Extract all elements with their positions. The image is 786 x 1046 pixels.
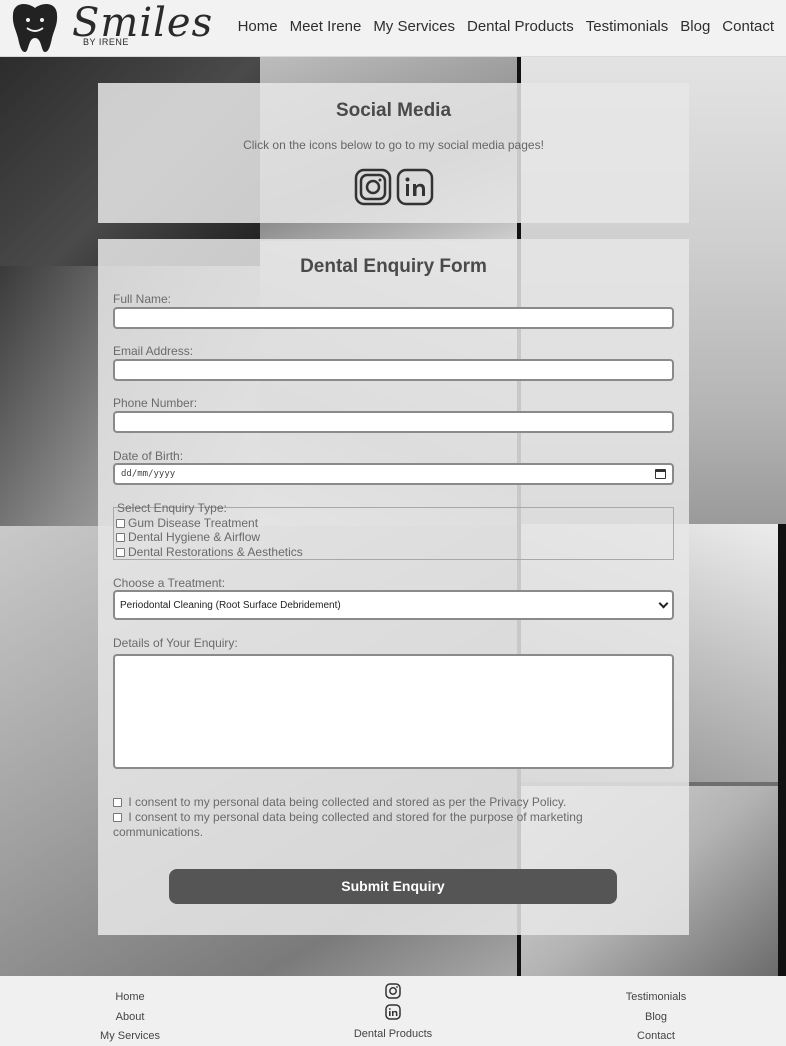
- main-nav: Home Meet Irene My Services Dental Produ…: [238, 18, 774, 35]
- treatment-label: Choose a Treatment:: [113, 576, 226, 590]
- footer-middle: Dental Products: [343, 983, 443, 1043]
- privacy-consent[interactable]: I consent to my personal data being coll…: [113, 795, 633, 810]
- dob-placeholder: dd/mm/yyyy: [121, 469, 176, 479]
- submit-enquiry-button[interactable]: Submit Enquiry: [169, 869, 617, 904]
- details-label: Details of Your Enquiry:: [113, 636, 238, 650]
- nav-dental-products[interactable]: Dental Products: [467, 18, 574, 35]
- nav-my-services[interactable]: My Services: [373, 18, 455, 35]
- social-icons: [98, 168, 689, 206]
- enquiry-type-legend: Select Enquiry Type:: [117, 501, 227, 515]
- marketing-consent-label: I consent to my personal data being coll…: [113, 810, 583, 839]
- calendar-icon[interactable]: [655, 469, 666, 479]
- nav-home[interactable]: Home: [238, 18, 278, 35]
- enquiry-type-checkbox[interactable]: [116, 547, 125, 557]
- dob-input[interactable]: dd/mm/yyyy: [113, 463, 674, 485]
- dob-label: Date of Birth:: [113, 449, 184, 463]
- instagram-icon[interactable]: [385, 983, 401, 999]
- enquiry-type-label: Gum Disease Treatment: [128, 516, 259, 530]
- footer-link-my-services[interactable]: My Services: [80, 1027, 180, 1046]
- instagram-link[interactable]: [354, 168, 392, 206]
- details-textarea[interactable]: [113, 654, 674, 769]
- site-logo[interactable]: Smiles BY IRENE: [10, 0, 212, 54]
- social-description: Click on the icons below to go to my soc…: [243, 138, 544, 152]
- nav-testimonials[interactable]: Testimonials: [586, 18, 669, 35]
- chevron-down-icon: [658, 598, 669, 608]
- marketing-consent[interactable]: I consent to my personal data being coll…: [113, 810, 633, 840]
- footer-link-blog[interactable]: Blog: [606, 1008, 706, 1028]
- linkedin-link[interactable]: [396, 168, 434, 206]
- enquiry-type-option[interactable]: Gum Disease Treatment: [116, 516, 258, 530]
- footer-link-dental-products[interactable]: Dental Products: [343, 1025, 443, 1043]
- enquiry-type-checkbox[interactable]: [116, 532, 125, 542]
- enquiry-type-option[interactable]: Dental Hygiene & Airflow: [116, 530, 260, 544]
- linkedin-icon: [396, 168, 433, 206]
- form-title: Dental Enquiry Form: [300, 256, 487, 277]
- nav-blog[interactable]: Blog: [680, 18, 710, 35]
- linkedin-icon[interactable]: [385, 1004, 401, 1020]
- enquiry-form-panel: Dental Enquiry Form Full Name: Email Add…: [98, 239, 689, 935]
- footer-link-about[interactable]: About: [80, 1008, 180, 1028]
- phone-input[interactable]: [113, 411, 674, 433]
- full-name-input[interactable]: [113, 307, 674, 329]
- nav-meet-irene[interactable]: Meet Irene: [290, 18, 362, 35]
- social-media-panel: Social Media Click on the icons below to…: [98, 83, 689, 223]
- enquiry-type-checkbox[interactable]: [116, 518, 125, 528]
- footer-link-testimonials[interactable]: Testimonials: [606, 988, 706, 1008]
- email-input[interactable]: [113, 359, 674, 381]
- footer-left-links: Home About My Services: [80, 988, 180, 1046]
- phone-label: Phone Number:: [113, 396, 198, 410]
- marketing-consent-checkbox[interactable]: [113, 813, 122, 822]
- enquiry-type-label: Dental Hygiene & Airflow: [128, 530, 261, 544]
- bg-divider: [778, 524, 786, 976]
- social-title: Social Media: [335, 100, 452, 121]
- site-footer: Home About My Services Dental Products T…: [0, 976, 786, 1046]
- privacy-consent-checkbox[interactable]: [113, 798, 122, 807]
- enquiry-type-fieldset: Select Enquiry Type: Gum Disease Treatme…: [113, 501, 674, 560]
- footer-link-home[interactable]: Home: [80, 988, 180, 1008]
- site-header: Smiles BY IRENE Home Meet Irene My Servi…: [0, 0, 786, 57]
- privacy-consent-label: I consent to my personal data being coll…: [128, 795, 567, 809]
- full-name-label: Full Name:: [113, 292, 172, 306]
- tooth-logo-icon: [12, 4, 58, 52]
- footer-link-contact[interactable]: Contact: [606, 1027, 706, 1046]
- instagram-icon: [354, 168, 391, 206]
- email-label: Email Address:: [113, 344, 194, 358]
- footer-right-links: Testimonials Blog Contact: [606, 988, 706, 1046]
- nav-contact[interactable]: Contact: [722, 18, 774, 35]
- enquiry-type-option[interactable]: Dental Restorations & Aesthetics: [116, 545, 303, 559]
- treatment-select[interactable]: Periodontal Cleaning (Root Surface Debri…: [113, 590, 674, 620]
- treatment-selected-value: Periodontal Cleaning (Root Surface Debri…: [120, 599, 341, 611]
- enquiry-type-label: Dental Restorations & Aesthetics: [128, 545, 303, 559]
- logo-subtitle: BY IRENE: [83, 37, 129, 47]
